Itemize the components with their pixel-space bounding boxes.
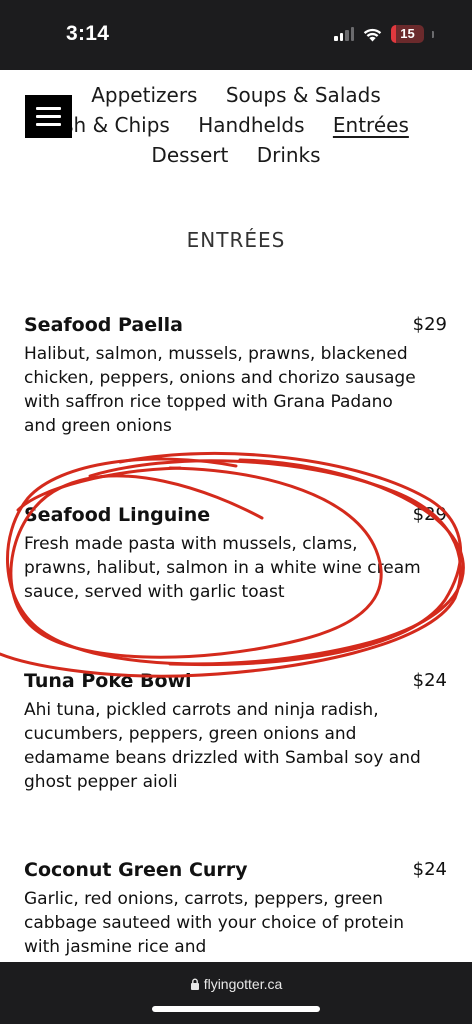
nav-link-entrees[interactable]: Entrées bbox=[333, 113, 409, 137]
home-indicator[interactable] bbox=[152, 1006, 320, 1012]
menu-item-seafood-paella: Seafood Paella $29 Halibut, salmon, muss… bbox=[24, 314, 447, 438]
battery-level: 15 bbox=[400, 26, 415, 41]
lock-icon bbox=[190, 978, 199, 990]
status-bar: 3:14 15 bbox=[0, 0, 472, 70]
wifi-icon bbox=[363, 28, 382, 41]
item-name: Coconut Green Curry bbox=[24, 859, 248, 881]
item-description: Ahi tuna, pickled carrots and ninja radi… bbox=[24, 700, 421, 792]
nav-row: Appetizers Soups & Salads bbox=[20, 80, 452, 110]
cellular-signal-icon bbox=[334, 27, 354, 41]
item-price: $24 bbox=[412, 859, 447, 880]
nav-link-appetizers[interactable]: Appetizers bbox=[91, 83, 197, 107]
menu-item-seafood-linguine: Seafood Linguine $29 Fresh made pasta wi… bbox=[24, 504, 447, 604]
section-title: ENTRÉES bbox=[186, 228, 286, 252]
item-name: Seafood Paella bbox=[24, 314, 183, 336]
item-price: $24 bbox=[412, 670, 447, 691]
nav-row: sh & Chips Handhelds Entrées bbox=[20, 110, 452, 140]
item-description: Halibut, salmon, mussels, prawns, blacke… bbox=[24, 344, 416, 436]
browser-address-bar[interactable]: flyingotter.ca bbox=[0, 962, 472, 1024]
nav-link-dessert[interactable]: Dessert bbox=[151, 143, 228, 167]
item-description: Garlic, red onions, carrots, peppers, gr… bbox=[24, 889, 405, 957]
menu-item-tuna-poke-bowl: Tuna Poke Bowl $24 Ahi tuna, pickled car… bbox=[24, 670, 447, 794]
item-description: Fresh made pasta with mussels, clams, pr… bbox=[24, 534, 421, 602]
nav-link-handhelds[interactable]: Handhelds bbox=[198, 113, 304, 137]
nav-row: Dessert Drinks bbox=[20, 140, 452, 170]
url-text: flyingotter.ca bbox=[203, 976, 283, 992]
hamburger-menu-icon[interactable] bbox=[25, 95, 72, 138]
category-nav: Appetizers Soups & Salads sh & Chips Han… bbox=[20, 80, 452, 170]
item-price: $29 bbox=[412, 504, 447, 525]
battery-icon: 15 bbox=[391, 25, 424, 43]
battery-cap bbox=[432, 30, 434, 38]
item-name: Tuna Poke Bowl bbox=[24, 670, 192, 692]
item-price: $29 bbox=[412, 314, 447, 335]
status-time: 3:14 bbox=[66, 22, 110, 45]
nav-link-drinks[interactable]: Drinks bbox=[257, 143, 321, 167]
nav-link-soups-salads[interactable]: Soups & Salads bbox=[226, 83, 381, 107]
menu-item-coconut-green-curry: Coconut Green Curry $24 Garlic, red onio… bbox=[24, 859, 447, 959]
item-name: Seafood Linguine bbox=[24, 504, 211, 526]
nav-link-fish-chips[interactable]: sh & Chips bbox=[63, 113, 170, 137]
url-display[interactable]: flyingotter.ca bbox=[0, 976, 472, 992]
status-icons: 15 bbox=[334, 25, 434, 43]
